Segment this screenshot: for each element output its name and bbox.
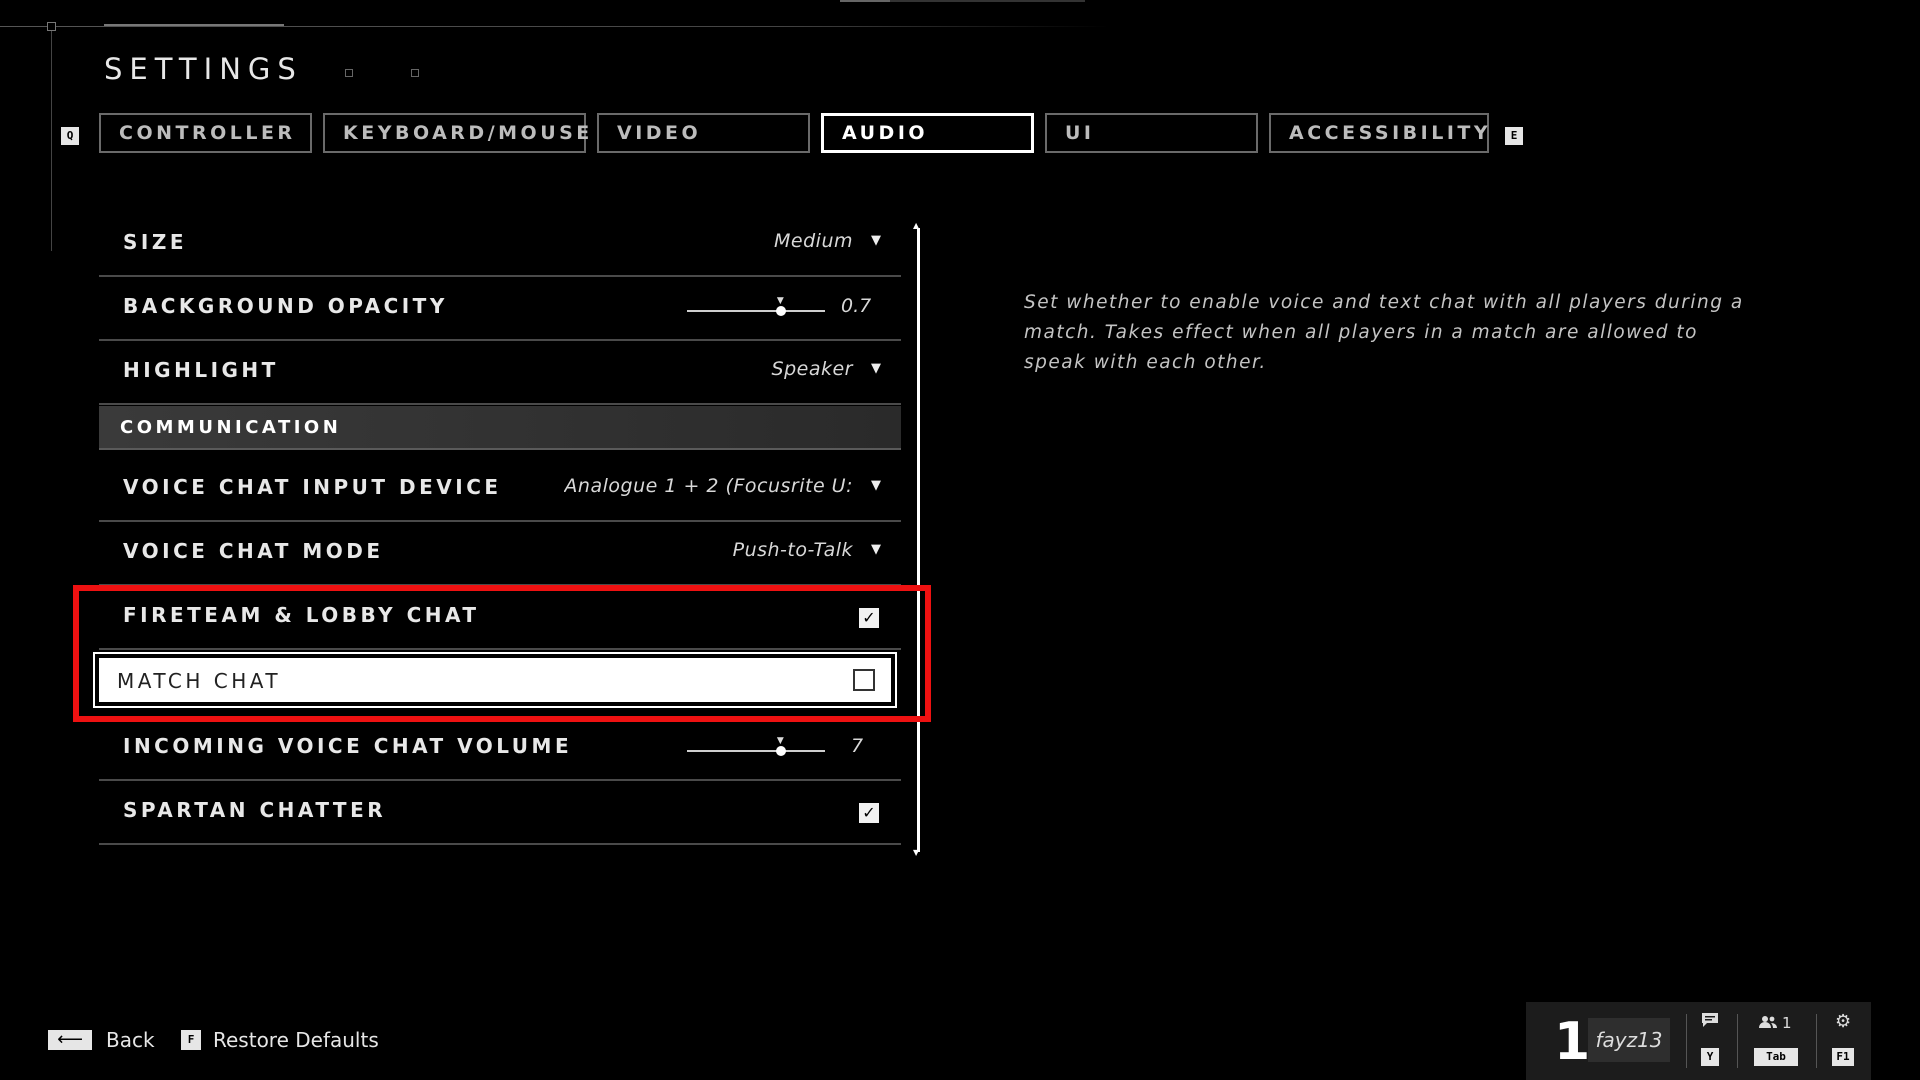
tab-ui[interactable]: UI (1045, 113, 1258, 153)
back-arrow-icon: ⟵ (48, 1030, 92, 1050)
setting-label: SPARTAN CHATTER (123, 798, 387, 822)
section-label: COMMUNICATION (120, 417, 342, 438)
chat-icon[interactable] (1696, 1012, 1724, 1032)
checkbox-unchecked[interactable] (853, 669, 875, 691)
divider (1686, 1014, 1687, 1068)
tab-accessibility[interactable]: ACCESSIBILITY (1269, 113, 1489, 153)
tab-audio[interactable]: AUDIO (821, 113, 1034, 153)
section-header-communication: COMMUNICATION (99, 406, 901, 450)
tab-video[interactable]: VIDEO (597, 113, 810, 153)
dropdown-value[interactable]: Medium (774, 230, 853, 252)
page-title: SETTINGS (104, 52, 303, 86)
settings-key[interactable]: F1 (1832, 1048, 1854, 1066)
setting-label: HIGHLIGHT (123, 358, 279, 382)
dropdown-value[interactable]: Analogue 1 + 2 (Focusrite U: (564, 475, 853, 497)
setting-row-highlight[interactable]: HIGHLIGHT Speaker ▼ (99, 343, 901, 405)
dropdown-value[interactable]: Push-to-Talk (733, 539, 853, 561)
volume-slider-thumb[interactable] (775, 746, 786, 756)
chat-key[interactable]: Y (1701, 1048, 1719, 1066)
dropdown-caret-icon[interactable]: ▼ (871, 542, 881, 557)
setting-row-incoming-voice-chat-volume[interactable]: INCOMING VOICE CHAT VOLUME ▼ 7 (99, 719, 901, 781)
dropdown-caret-icon[interactable]: ▼ (871, 361, 881, 376)
decor-square (345, 69, 353, 77)
frame-top-accent (104, 24, 284, 26)
setting-description: Set whether to enable voice and text cha… (1024, 292, 1744, 373)
restore-label: Restore Defaults (213, 1028, 379, 1052)
back-label: Back (106, 1028, 155, 1052)
slider-value: 7 (851, 735, 864, 757)
divider (1816, 1014, 1817, 1068)
setting-label: VOICE CHAT INPUT DEVICE (123, 475, 502, 499)
scroll-down-icon[interactable]: ▼ (913, 848, 919, 857)
gear-icon[interactable]: ⚙ (1835, 1011, 1851, 1032)
back-button[interactable]: ⟵ Back (48, 1028, 155, 1052)
checkbox-checked-icon[interactable]: ✓ (859, 803, 879, 823)
frame-top-line (0, 26, 1110, 27)
restore-defaults-button[interactable]: F Restore Defaults (181, 1028, 379, 1052)
decor-square (411, 69, 419, 77)
setting-row-background-opacity[interactable]: BACKGROUND OPACITY ▼ 0.7 (99, 279, 901, 341)
party-count: 1 (1782, 1014, 1792, 1032)
tab-keyboard-mouse[interactable]: KEYBOARD/MOUSE (323, 113, 589, 153)
slider-value: 0.7 (841, 295, 872, 317)
setting-label: INCOMING VOICE CHAT VOLUME (123, 734, 573, 758)
prev-tab-key[interactable]: Q (61, 127, 79, 145)
player-rank: 1 (1554, 1012, 1591, 1072)
opacity-slider-track[interactable] (687, 310, 825, 312)
setting-row-fireteam-lobby-chat[interactable]: FIRETEAM & LOBBY CHAT ✓ (99, 588, 901, 650)
divider (1737, 1014, 1738, 1068)
dropdown-caret-icon[interactable]: ▼ (871, 233, 881, 248)
dropdown-value[interactable]: Speaker (772, 358, 853, 380)
setting-row-spartan-chatter[interactable]: SPARTAN CHATTER ✓ (99, 783, 901, 845)
setting-label: SIZE (123, 230, 188, 254)
setting-row-voice-chat-input-device[interactable]: VOICE CHAT INPUT DEVICE Analogue 1 + 2 (… (99, 460, 901, 522)
next-tab-key[interactable]: E (1505, 127, 1523, 145)
slider-pointer-icon: ▼ (776, 736, 784, 746)
settings-scrollbar[interactable] (917, 228, 920, 852)
party-icon[interactable] (1758, 1014, 1778, 1033)
frame-corner-dot (47, 22, 56, 31)
party-key[interactable]: Tab (1754, 1048, 1798, 1066)
setting-label: FIRETEAM & LOBBY CHAT (123, 603, 480, 627)
frame-top-mark-accent (840, 0, 890, 2)
dropdown-caret-icon[interactable]: ▼ (871, 478, 881, 493)
checkbox-checked-icon[interactable]: ✓ (859, 608, 879, 628)
gamertag[interactable]: fayz13 (1588, 1018, 1670, 1062)
frame-left-line (51, 26, 52, 251)
setting-label: BACKGROUND OPACITY (123, 294, 448, 318)
restore-key: F (181, 1030, 201, 1050)
setting-row-size[interactable]: SIZE Medium ▼ (99, 215, 901, 277)
tab-controller[interactable]: CONTROLLER (99, 113, 312, 153)
volume-slider-track[interactable] (687, 750, 825, 752)
setting-label: MATCH CHAT (117, 669, 282, 693)
setting-row-match-chat[interactable]: MATCH CHAT (93, 652, 897, 708)
opacity-slider-thumb[interactable] (775, 306, 786, 316)
slider-pointer-icon: ▼ (776, 296, 784, 306)
setting-row-voice-chat-mode[interactable]: VOICE CHAT MODE Push-to-Talk ▼ (99, 524, 901, 586)
setting-label: VOICE CHAT MODE (123, 539, 384, 563)
player-status-bar: 1 fayz13 Y 1 Tab ⚙ F1 (1526, 1002, 1871, 1080)
